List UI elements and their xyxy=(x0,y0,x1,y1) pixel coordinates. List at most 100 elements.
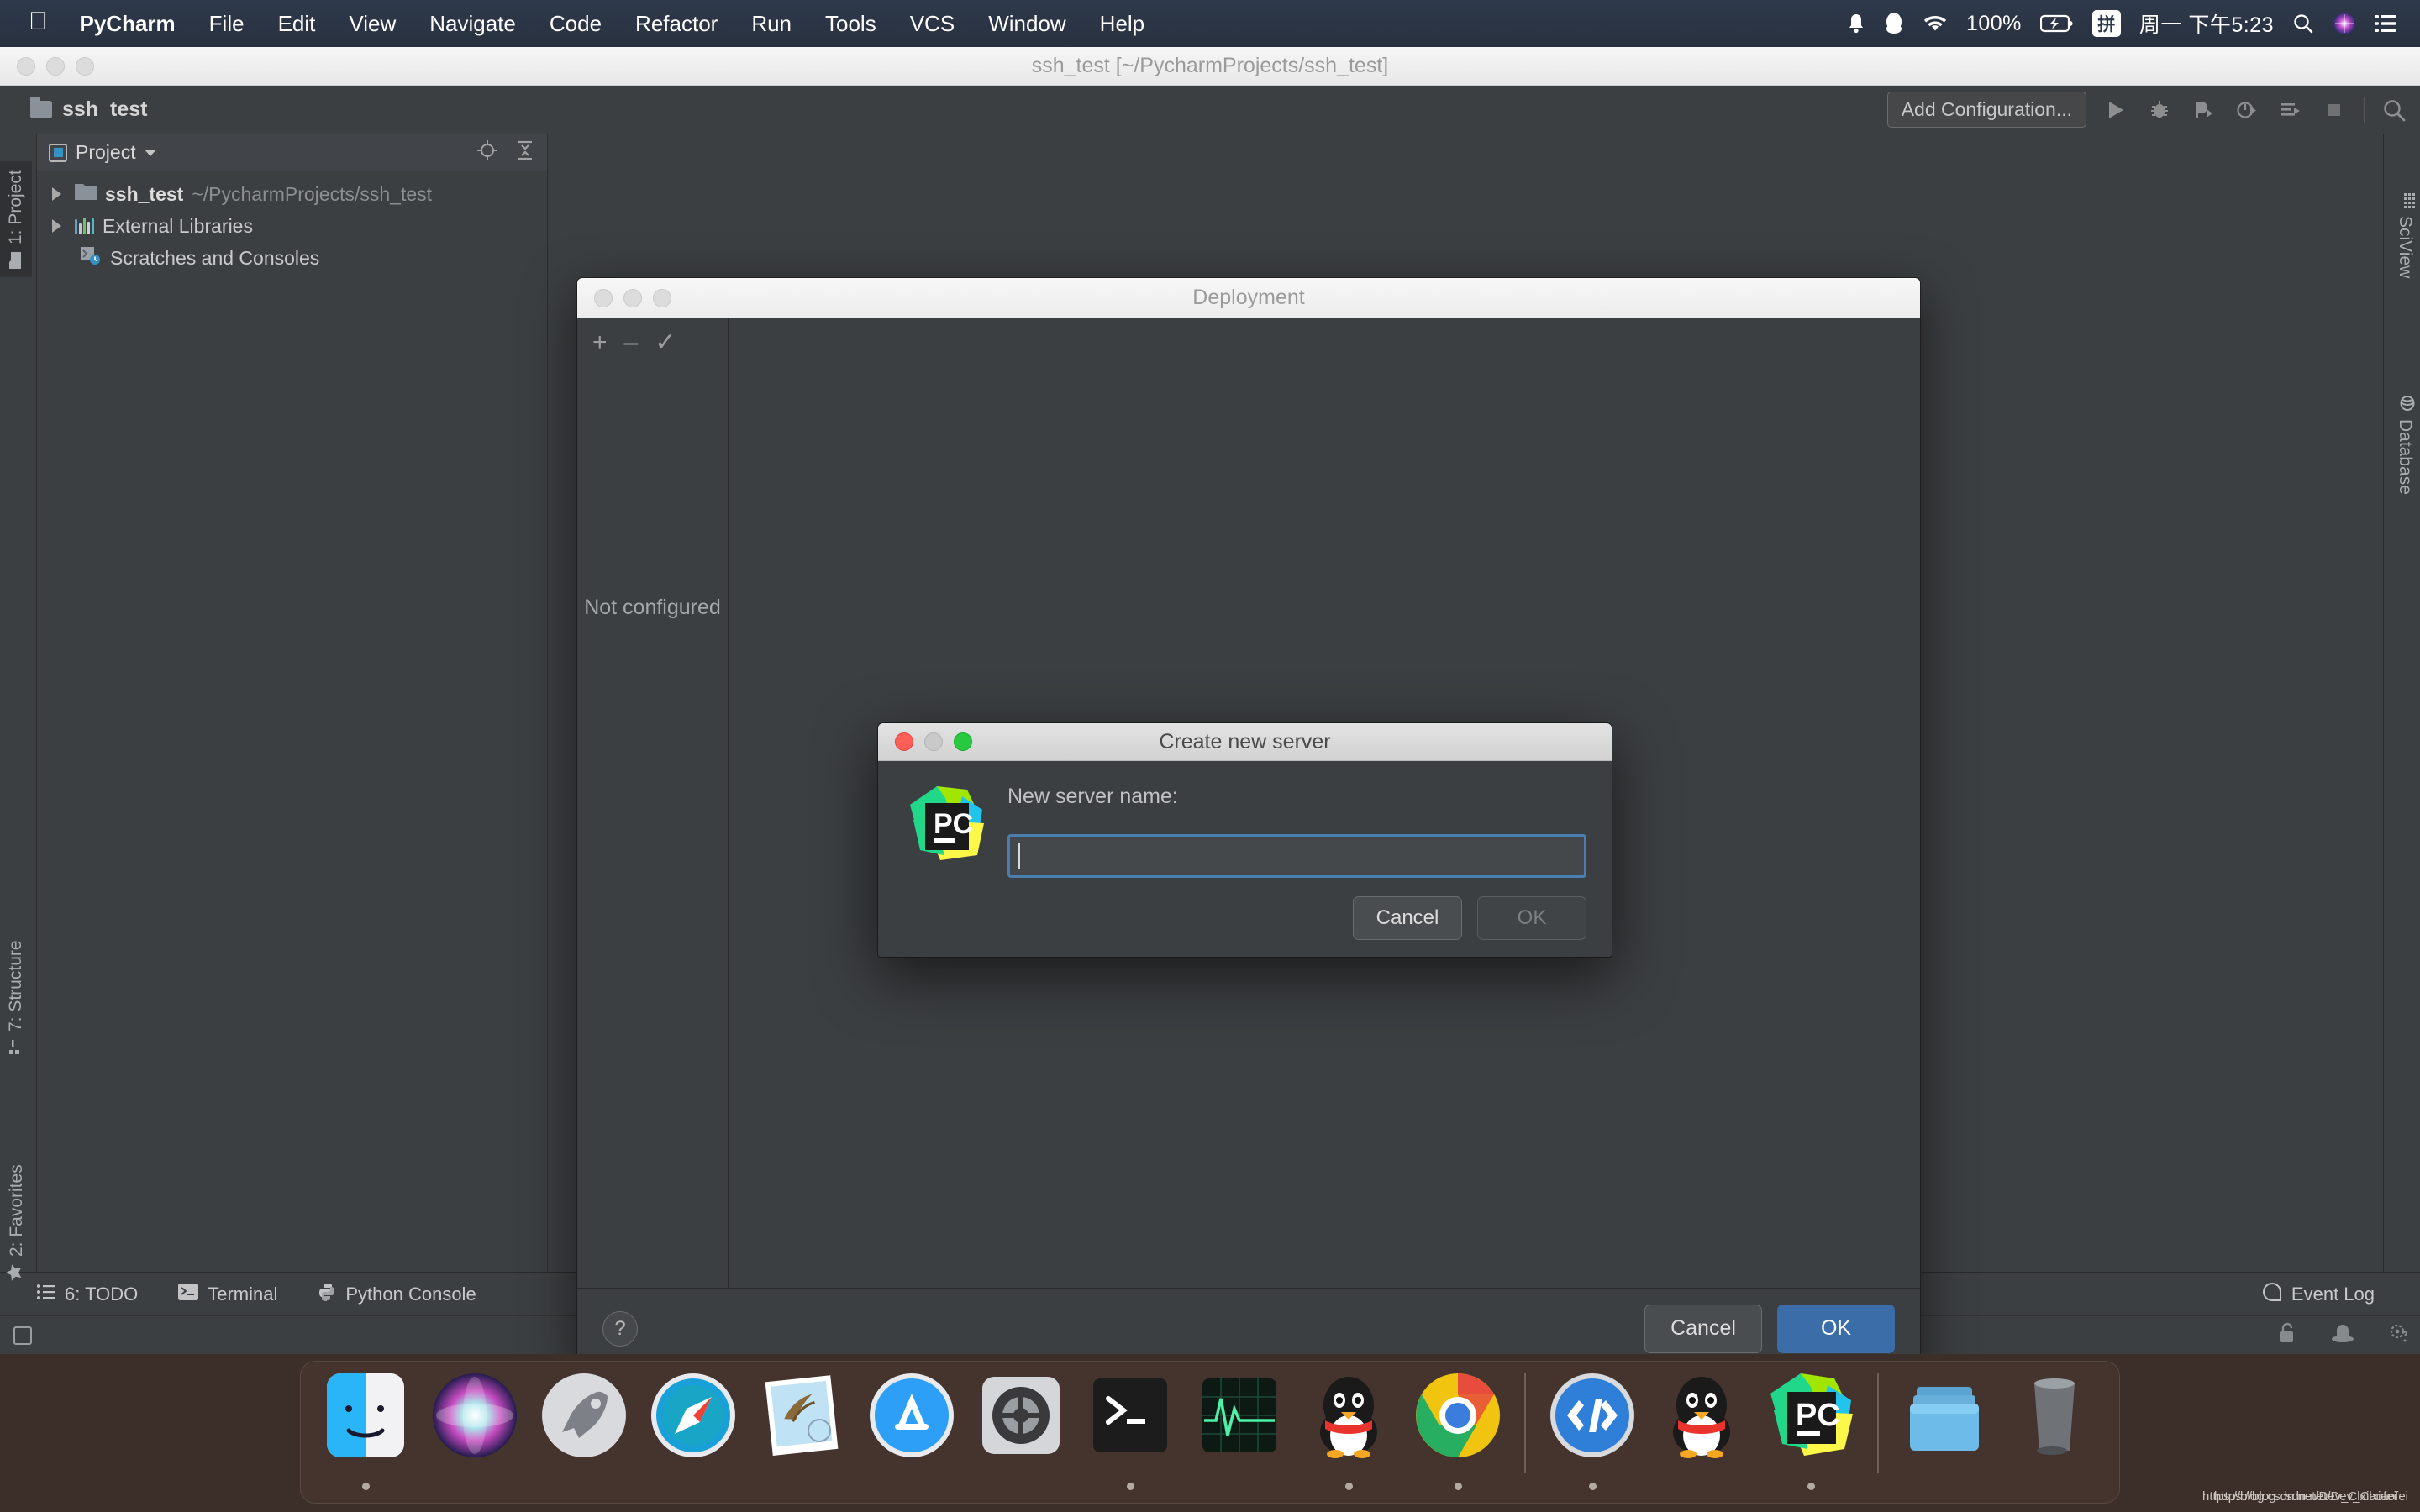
tree-item-label: ssh_test xyxy=(105,182,184,205)
status-bar-item-python-console[interactable]: Python Console xyxy=(297,1283,496,1306)
project-breadcrumb[interactable]: ssh_test xyxy=(12,97,147,122)
settings-question-icon[interactable] xyxy=(2388,1322,2412,1348)
help-button[interactable]: ? xyxy=(602,1310,638,1347)
menu-item-file[interactable]: File xyxy=(192,11,261,37)
dock-item-app-store[interactable] xyxy=(859,1368,965,1490)
dock-item-qq-1[interactable] xyxy=(1296,1368,1402,1490)
qq-penguin-icon xyxy=(1302,1368,1396,1462)
remove-server-button[interactable]: – xyxy=(624,330,639,355)
status-bar-item-todo[interactable]: 6: TODO xyxy=(17,1284,158,1305)
dock-item-trash[interactable] xyxy=(2002,1368,2107,1490)
new-server-name-input[interactable] xyxy=(1007,834,1586,878)
add-configuration-button[interactable]: Add Configuration... xyxy=(1886,92,2086,128)
battery-charging-icon[interactable] xyxy=(2039,13,2074,34)
tree-item-external-libraries[interactable]: External Libraries xyxy=(37,210,547,242)
dock-item-system-preferences[interactable] xyxy=(968,1368,1074,1490)
deployment-ok-button[interactable]: OK xyxy=(1777,1304,1895,1353)
dock-item-siri[interactable] xyxy=(422,1368,528,1490)
tree-item-scratches-and-consoles[interactable]: Scratches and Consoles xyxy=(37,242,547,274)
menu-item-view[interactable]: View xyxy=(332,11,413,37)
expand-arrow-icon[interactable] xyxy=(52,219,61,233)
unlock-icon[interactable] xyxy=(2277,1322,2297,1348)
toolbar-separator xyxy=(2364,97,2365,123)
dock-item-launchpad[interactable] xyxy=(531,1368,637,1490)
menu-item-run[interactable]: Run xyxy=(734,11,808,37)
add-server-button[interactable]: + xyxy=(592,330,608,355)
minimize-tool-windows-icon[interactable] xyxy=(13,1326,32,1345)
coverage-icon[interactable] xyxy=(2189,96,2217,124)
tree-item-path: ~/PycharmProjects/ssh_test xyxy=(192,182,433,205)
svg-text:PC: PC xyxy=(1796,1398,1840,1433)
structure-icon xyxy=(6,1039,26,1054)
expand-arrow-icon[interactable] xyxy=(52,187,61,201)
sciview-grid-icon xyxy=(2395,193,2415,208)
menu-item-help[interactable]: Help xyxy=(1083,11,1161,37)
dock-item-chrome[interactable] xyxy=(1405,1368,1511,1490)
stop-icon[interactable] xyxy=(2320,96,2349,124)
running-indicator xyxy=(1126,1483,1134,1490)
menu-item-code[interactable]: Code xyxy=(533,11,618,37)
dock-item-mail[interactable] xyxy=(750,1368,855,1490)
dock-item-safari[interactable] xyxy=(640,1368,746,1490)
create-server-cancel-button[interactable]: Cancel xyxy=(1353,896,1462,940)
qq-penguin-icon[interactable] xyxy=(1884,12,1904,35)
dock-item-downloads-folder[interactable] xyxy=(1892,1368,1998,1490)
notification-bell-icon[interactable] xyxy=(1847,13,1865,34)
create-server-ok-button[interactable]: OK xyxy=(1477,896,1586,940)
run-with-console-icon[interactable] xyxy=(2276,96,2305,124)
chevron-down-icon[interactable] xyxy=(144,149,156,156)
menu-item-window[interactable]: Window xyxy=(971,11,1082,37)
use-as-default-button[interactable]: ✓ xyxy=(655,330,676,355)
tree-item-ssh-test[interactable]: ssh_test ~/PycharmProjects/ssh_test xyxy=(37,178,547,210)
dock-item-wechat-dev[interactable] xyxy=(1539,1368,1645,1490)
apple-menu-icon[interactable]:  xyxy=(22,9,63,38)
dock-item-terminal[interactable] xyxy=(1077,1368,1183,1490)
deployment-cancel-button[interactable]: Cancel xyxy=(1644,1304,1762,1353)
main-toolbar: ssh_test Add Configuration... xyxy=(0,86,2420,134)
menu-item-navigate[interactable]: Navigate xyxy=(413,11,533,37)
menu-item-edit[interactable]: Edit xyxy=(261,11,333,37)
status-bar-item-terminal[interactable]: Terminal xyxy=(158,1283,297,1305)
locate-target-icon[interactable] xyxy=(476,139,498,165)
status-bar-event-log[interactable]: Event Log xyxy=(2242,1282,2395,1307)
spotlight-search-icon[interactable] xyxy=(2292,13,2314,34)
sidebar-item-sciview[interactable]: SciView xyxy=(2389,185,2420,286)
menu-bar-clock[interactable]: 周一 下午5:23 xyxy=(2139,8,2274,39)
menu-item-pycharm[interactable]: PyCharm xyxy=(63,11,192,37)
finder-icon xyxy=(318,1368,413,1462)
collapse-all-icon[interactable] xyxy=(515,139,535,165)
event-log-icon xyxy=(2262,1282,2282,1307)
sidebar-item-project[interactable]: 1: Project xyxy=(0,161,32,277)
dock-item-activity-monitor[interactable] xyxy=(1186,1368,1292,1490)
dock-item-qq-2[interactable] xyxy=(1649,1368,1754,1490)
sidebar-item-label: SciView xyxy=(2396,216,2415,279)
menu-item-refactor[interactable]: Refactor xyxy=(618,11,734,37)
sidebar-item-structure[interactable]: 7: Structure xyxy=(0,932,32,1063)
control-center-icon[interactable] xyxy=(2375,14,2396,33)
python-icon xyxy=(318,1283,336,1306)
siri-icon[interactable] xyxy=(2333,12,2356,35)
sidebar-item-database[interactable]: Database xyxy=(2389,386,2420,503)
system-preferences-gear-icon xyxy=(974,1368,1068,1462)
menu-item-tools[interactable]: Tools xyxy=(808,11,893,37)
sidebar-item-label: 2: Favorites xyxy=(6,1164,26,1257)
search-everywhere-icon[interactable] xyxy=(2380,96,2408,124)
event-log-label: Event Log xyxy=(2291,1283,2375,1305)
activity-monitor-icon xyxy=(1192,1368,1286,1462)
running-indicator xyxy=(1807,1483,1815,1490)
dock-item-finder[interactable] xyxy=(313,1368,418,1490)
run-icon[interactable] xyxy=(2102,96,2130,124)
profile-icon[interactable] xyxy=(2233,96,2261,124)
menu-item-vcs[interactable]: VCS xyxy=(893,11,971,37)
dock-item-pycharm[interactable]: PC xyxy=(1758,1368,1864,1490)
svg-text:PC: PC xyxy=(934,808,973,840)
hat-icon[interactable] xyxy=(2331,1323,2354,1347)
sidebar-item-favorites[interactable]: 2: Favorites xyxy=(0,1156,33,1289)
project-tool-window: Project ssh_test ~/PycharmProjects/ssh_t… xyxy=(37,134,548,1272)
window-titlebar: ssh_test [~/PycharmProjects/ssh_test] xyxy=(0,47,2420,86)
deployment-dialog-title: Deployment xyxy=(1192,286,1305,309)
running-indicator xyxy=(1454,1483,1462,1490)
input-method-icon[interactable]: 拼 xyxy=(2091,10,2121,37)
debug-icon[interactable] xyxy=(2145,96,2174,124)
wifi-icon[interactable] xyxy=(1923,14,1948,33)
